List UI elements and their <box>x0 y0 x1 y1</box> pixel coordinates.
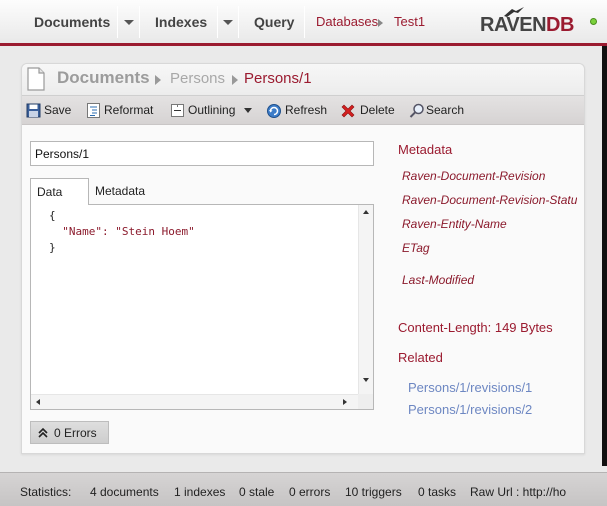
nav-separator <box>304 6 305 38</box>
double-chevron-up-icon <box>38 427 48 438</box>
logo-main-text: RAVEN <box>480 14 547 36</box>
page-title[interactable]: Documents <box>57 68 150 88</box>
refresh-button[interactable]: Refresh <box>266 96 330 125</box>
reformat-button[interactable]: Reformat <box>86 96 158 125</box>
nav-separator <box>217 6 218 38</box>
stat-documents: 4 documents <box>90 485 159 499</box>
logo-accent-text: DB <box>546 14 574 36</box>
metadata-key: Raven-Entity-Name <box>402 217 507 231</box>
refresh-icon <box>267 104 281 118</box>
ravendb-logo: RAVENDB <box>480 14 574 38</box>
errors-button[interactable]: 0 Errors <box>30 421 109 444</box>
delete-label: Delete <box>360 103 395 117</box>
breadcrumb-database[interactable]: Test1 <box>394 0 425 43</box>
code-line: { <box>49 209 56 222</box>
scroll-up-icon[interactable] <box>363 210 369 214</box>
nav-separator <box>139 6 140 38</box>
documents-dropdown-icon[interactable] <box>124 20 134 25</box>
breadcrumb-databases[interactable]: Databases <box>316 0 378 43</box>
outlining-label: Outlining <box>188 103 236 117</box>
nav-documents[interactable]: Documents <box>34 0 110 43</box>
breadcrumb-chevron-icon <box>378 19 383 27</box>
metadata-key: Last-Modified <box>402 273 475 287</box>
stat-tasks: 0 tasks <box>418 485 457 499</box>
reformat-icon <box>87 103 100 118</box>
metadata-key: Raven-Document-Revision <box>402 169 546 183</box>
stat-triggers: 10 triggers <box>345 485 402 499</box>
header-chevron-icon <box>232 75 238 85</box>
top-navigation-bar: Documents Indexes Query Databases Test1 … <box>0 0 607 46</box>
refresh-label: Refresh <box>285 103 328 117</box>
outlining-button[interactable]: Outlining <box>170 96 256 125</box>
outlining-icon <box>171 104 184 117</box>
delete-button[interactable]: Delete <box>340 96 398 125</box>
search-icon <box>409 103 424 118</box>
code-line: } <box>49 241 56 254</box>
nav-query[interactable]: Query <box>254 0 294 43</box>
raw-url[interactable]: Raw Url : http://ho <box>470 485 604 499</box>
connection-status-icon <box>590 18 597 25</box>
tab-data[interactable]: Data <box>30 178 89 205</box>
save-button[interactable]: Save <box>26 96 74 125</box>
search-button[interactable]: Search <box>409 96 469 125</box>
scroll-down-icon[interactable] <box>363 378 369 382</box>
save-label: Save <box>44 103 72 117</box>
delete-icon <box>341 104 355 118</box>
metadata-key: ETag <box>402 241 430 255</box>
outlining-dropdown-icon[interactable] <box>244 108 252 113</box>
nav-indexes[interactable]: Indexes <box>155 0 207 43</box>
collection-link[interactable]: Persons <box>170 70 225 87</box>
document-icon <box>27 67 45 91</box>
metadata-key: Raven-Document-Revision-Status <box>402 193 577 207</box>
related-link[interactable]: Persons/1/revisions/1 <box>408 380 532 395</box>
document-page: Documents Persons Persons/1 Save Reforma… <box>21 63 585 454</box>
search-label: Search <box>426 103 465 117</box>
scrollbar-corner <box>358 394 373 409</box>
related-title: Related <box>398 350 443 365</box>
json-code[interactable]: { "Name": "Stein Hoem"} <box>49 208 195 256</box>
related-link[interactable]: Persons/1/revisions/2 <box>408 402 532 417</box>
document-toolbar: Save Reformat Outlining Refresh Delete S… <box>22 95 584 125</box>
indexes-dropdown-icon[interactable] <box>223 20 233 25</box>
page-header: Documents Persons Persons/1 <box>22 64 584 96</box>
nav-separator <box>238 6 239 38</box>
nav-separator <box>117 6 118 38</box>
stat-stale: 0 stale <box>239 485 275 499</box>
horizontal-scrollbar[interactable] <box>31 394 359 409</box>
reformat-label: Reformat <box>104 103 154 117</box>
stat-indexes: 1 indexes <box>174 485 226 499</box>
scroll-left-icon[interactable] <box>36 399 40 405</box>
metadata-title: Metadata <box>398 142 453 157</box>
window-edge <box>602 46 607 466</box>
status-bar: Statistics: 4 documents 1 indexes 0 stal… <box>0 472 607 506</box>
document-id-input[interactable] <box>30 141 374 166</box>
statistics-label: Statistics: <box>20 485 72 499</box>
content-length: Content-Length: 149 Bytes <box>398 320 553 335</box>
json-editor[interactable]: { "Name": "Stein Hoem"} <box>30 204 374 410</box>
scroll-right-icon[interactable] <box>343 399 347 405</box>
current-document: Persons/1 <box>244 70 312 87</box>
vertical-scrollbar[interactable] <box>358 205 373 394</box>
tab-metadata[interactable]: Metadata <box>95 178 145 205</box>
save-icon <box>26 103 41 118</box>
errors-label: 0 Errors <box>54 426 97 440</box>
code-line: "Name": "Stein Hoem" <box>49 225 195 238</box>
header-chevron-icon <box>155 75 161 85</box>
stat-errors: 0 errors <box>289 485 331 499</box>
